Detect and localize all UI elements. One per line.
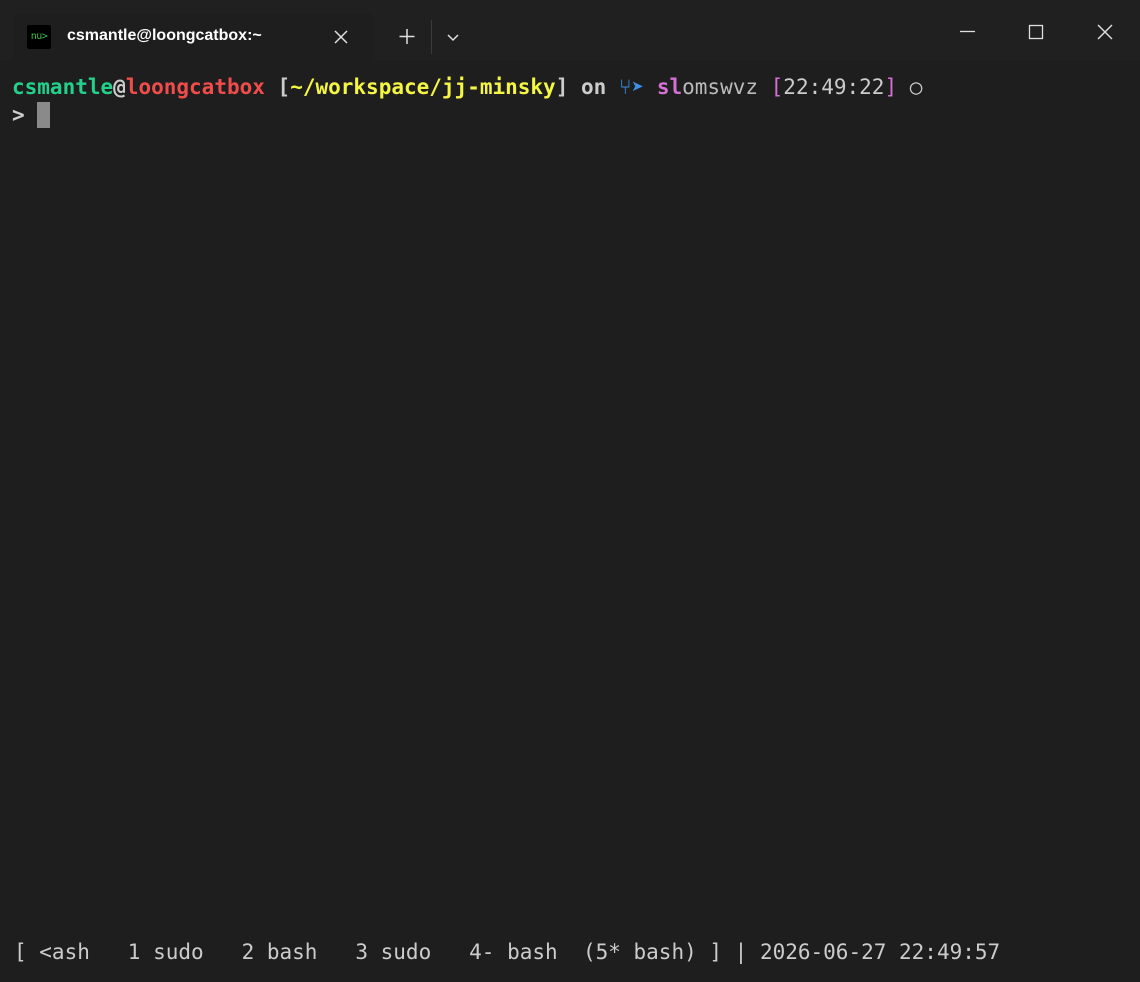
status-symbol: ○ (897, 75, 923, 99)
chevron-down-icon (447, 34, 459, 42)
nushell-icon: nu> (27, 25, 51, 49)
maximize-button[interactable] (1016, 14, 1056, 50)
tab-title: csmantle@loongcatbox:~ (67, 27, 262, 44)
time-bracket-open: [ (758, 75, 784, 99)
prompt-at: @ (113, 75, 126, 99)
minimize-button[interactable] (948, 14, 988, 50)
minimize-icon (960, 30, 975, 33)
change-id-prefix: sl (656, 75, 683, 99)
change-id-rest: omswvz (682, 75, 758, 99)
prompt-dir-open: [ (264, 75, 291, 99)
prompt-on: on (568, 75, 619, 99)
title-bar[interactable]: nu> csmantle@loongcatbox:~ (0, 0, 1140, 60)
vcs-branch-icon: ⑂➤ (618, 75, 645, 99)
text-cursor (37, 102, 51, 128)
plus-icon (399, 29, 415, 44)
prompt-directory: ~/workspace/jj-minsky (290, 75, 556, 99)
maximize-icon (1028, 24, 1044, 40)
close-window-button[interactable] (1085, 14, 1125, 50)
prompt-host: loongcatbox (125, 75, 265, 99)
prompt-user: csmantle (12, 75, 114, 99)
input-line[interactable]: > (12, 101, 51, 129)
close-icon (1097, 24, 1113, 40)
terminal-output[interactable]: csmantle@loongcatbox [~/workspace/jj-min… (0, 60, 1140, 982)
prompt-dir-close: ] (555, 75, 569, 99)
time-bracket-close: ] (884, 75, 898, 99)
input-indicator: > (12, 103, 38, 127)
terminal-window: nu> csmantle@loongcatbox:~ csmantle@loon… (0, 0, 1140, 982)
tab-separator (431, 20, 432, 54)
prompt-line: csmantle@loongcatbox [~/workspace/jj-min… (12, 73, 922, 101)
prompt-time: 22:49:22 (783, 75, 885, 99)
tab-dropdown-button[interactable] (440, 24, 466, 50)
close-icon[interactable] (330, 26, 352, 48)
tmux-status-bar: [ <ash 1 sudo 2 bash 3 sudo 4- bash (5* … (14, 940, 1001, 964)
new-tab-button[interactable] (392, 24, 422, 50)
tab-nushell[interactable]: nu> csmantle@loongcatbox:~ (13, 13, 374, 60)
